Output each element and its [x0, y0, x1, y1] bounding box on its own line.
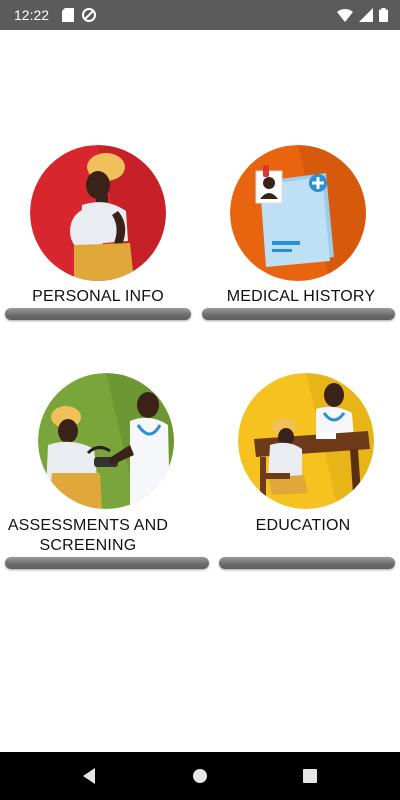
- tile-label: ASSESSMENTS AND SCREENING: [7, 517, 169, 554]
- tile-button-bar[interactable]: [5, 557, 209, 569]
- recents-icon[interactable]: [298, 764, 322, 788]
- blood-pressure-check-illustration[interactable]: [38, 373, 174, 509]
- battery-icon: [379, 8, 388, 22]
- sd-card-icon: [62, 8, 74, 22]
- status-bar: 12:22: [0, 0, 400, 30]
- personal-info-icon: [30, 145, 166, 281]
- wifi-icon: [337, 8, 353, 22]
- tile-label: MEDICAL HISTORY: [226, 288, 376, 305]
- home-icon[interactable]: [188, 764, 212, 788]
- doctor-consultation-illustration[interactable]: [238, 373, 374, 509]
- navigation-bar: [0, 752, 400, 800]
- tile-button-bar[interactable]: [219, 557, 395, 569]
- tile-label: PERSONAL INFO: [32, 288, 164, 305]
- status-time: 12:22: [14, 7, 50, 23]
- tile-button-bar[interactable]: [202, 308, 395, 320]
- do-not-disturb-icon: [82, 8, 96, 22]
- tile-label: EDUCATION: [255, 517, 351, 534]
- assessments-icon: [38, 373, 174, 509]
- tile-button-bar[interactable]: [5, 308, 191, 320]
- medical-history-icon: [230, 145, 366, 281]
- pregnant-woman-illustration[interactable]: [30, 145, 166, 281]
- signal-icon: [359, 8, 373, 22]
- back-icon[interactable]: [78, 764, 102, 788]
- education-icon: [238, 373, 374, 509]
- medical-records-illustration[interactable]: [230, 145, 366, 281]
